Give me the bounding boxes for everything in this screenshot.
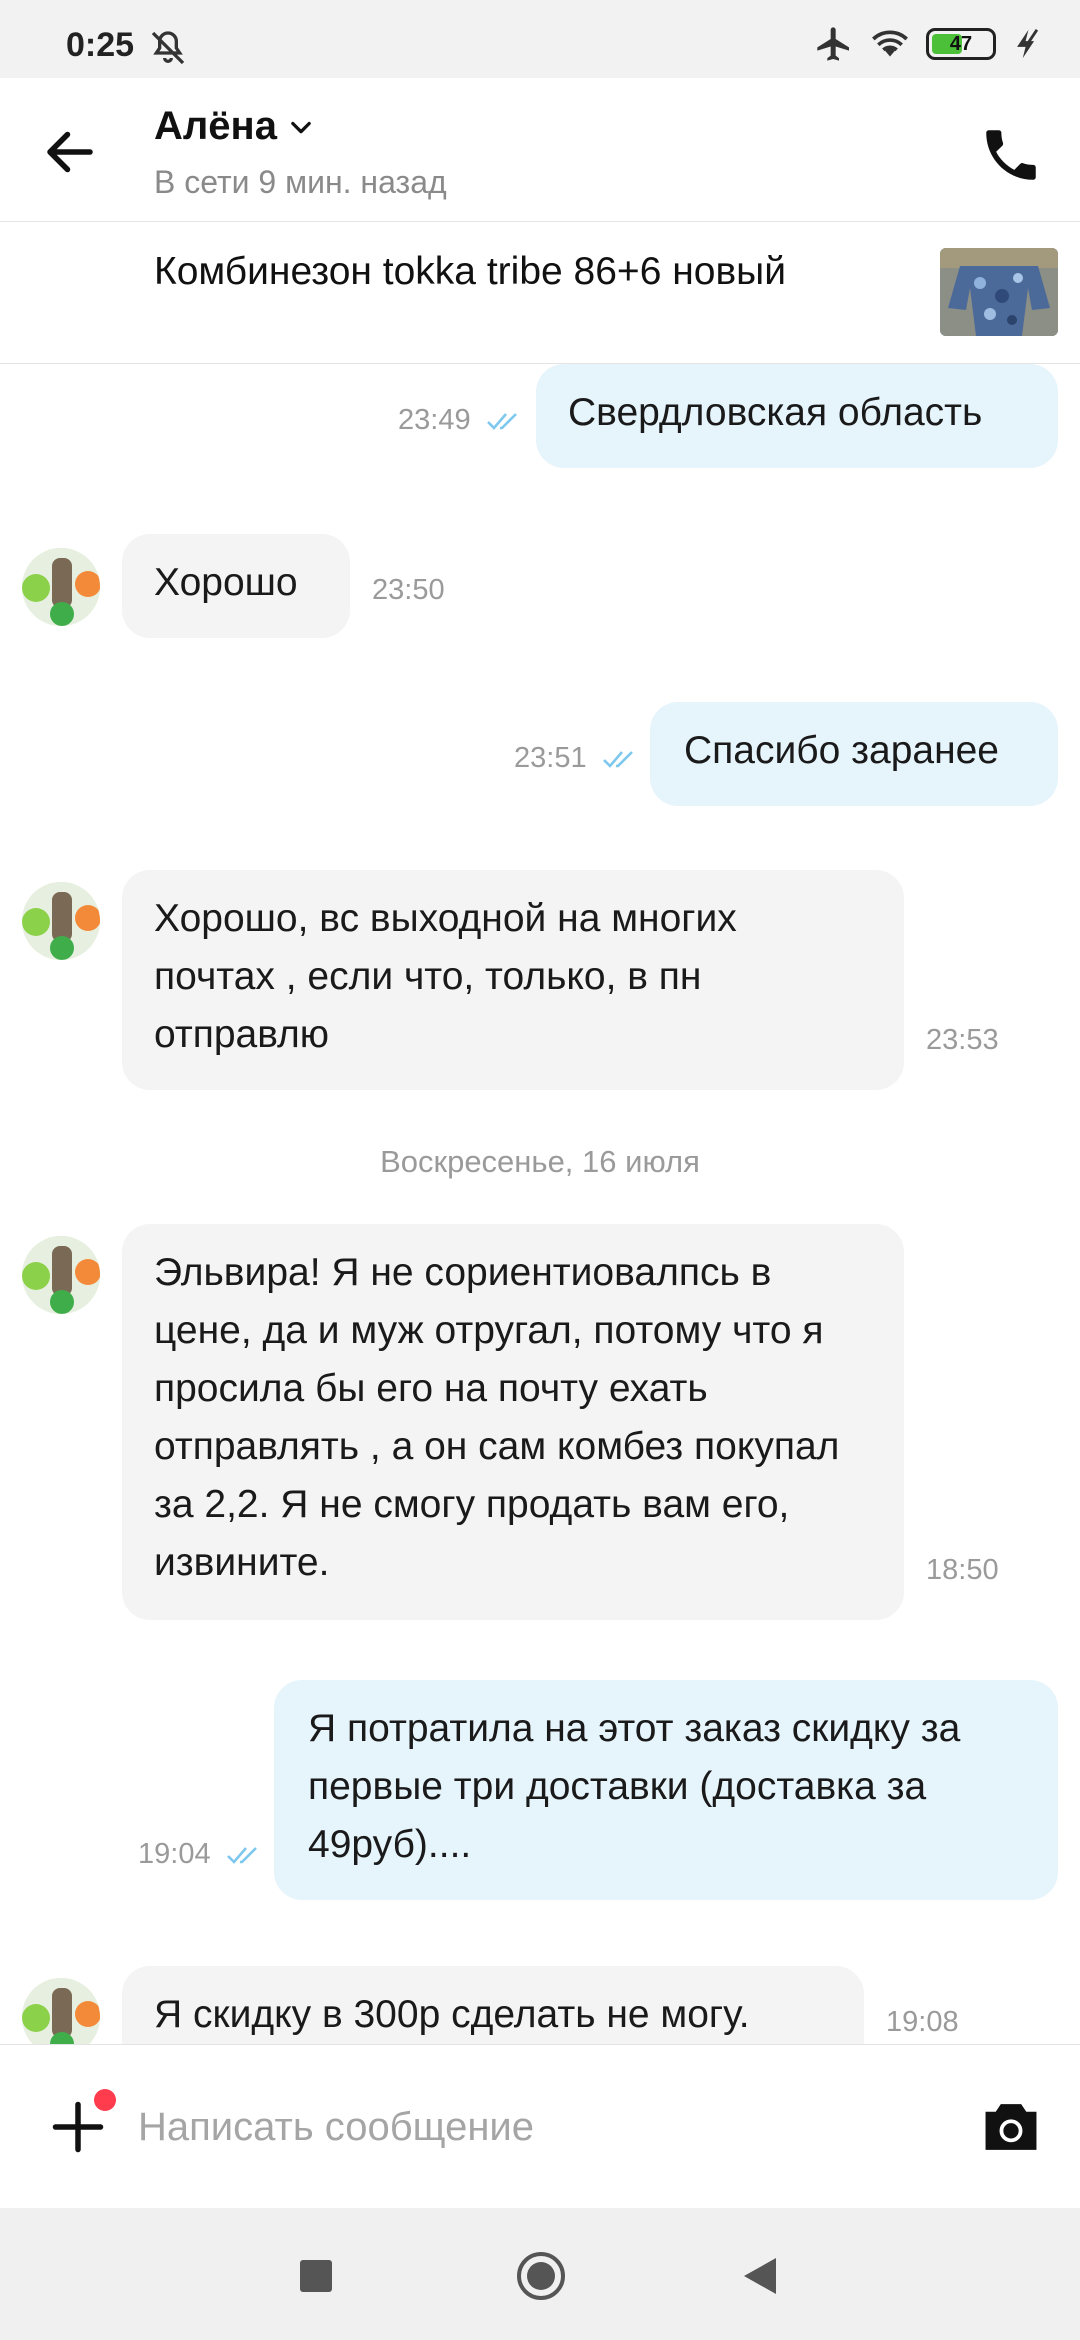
wifi-icon — [872, 30, 908, 57]
contact-name: Алёна — [154, 104, 277, 148]
avatar-image — [22, 1978, 100, 2044]
battery-percent: 47 — [949, 32, 973, 55]
message-time: 19:04 — [138, 1838, 211, 1870]
read-ticks-icon — [487, 413, 517, 430]
product-title: Комбинезон tokka tribe 86+6 новый — [154, 250, 786, 293]
message-time: 23:51 — [514, 742, 587, 774]
back-arrow-icon[interactable] — [40, 122, 100, 182]
message-text: Я потратила на этот заказ скидку за перв… — [308, 1707, 961, 1866]
camera-icon[interactable] — [980, 2099, 1042, 2155]
back-triangle-icon[interactable] — [742, 2256, 778, 2296]
avatar-image — [22, 1236, 100, 1314]
avatar-image — [22, 548, 100, 626]
contact-name-button[interactable]: Алёна — [154, 104, 315, 149]
message-time: 23:53 — [926, 1024, 999, 1056]
message-text: Эльвира! Я не сориентиовалпсь в цене, да… — [154, 1251, 840, 1584]
battery-icon: 47 — [926, 28, 996, 60]
home-icon[interactable] — [515, 2250, 567, 2302]
product-thumbnail[interactable] — [940, 248, 1058, 336]
message-input[interactable] — [138, 2095, 938, 2159]
chevron-down-icon — [291, 121, 311, 133]
message-text: Хорошо, вс выходной на многих почтах , е… — [154, 897, 737, 1056]
contact-avatar[interactable] — [22, 1978, 100, 2044]
status-icons: 47 — [814, 24, 1044, 64]
message-composer — [0, 2044, 1080, 2208]
contact-avatar[interactable] — [22, 882, 100, 960]
date-separator: Воскресенье, 16 июля — [380, 1144, 700, 1179]
message-text: Спасибо заранее — [684, 729, 999, 772]
message-text: Хорошо — [154, 561, 298, 604]
phone-icon[interactable] — [978, 122, 1044, 188]
incoming-message[interactable]: Хорошо — [122, 534, 350, 638]
status-time: 0:25 — [66, 26, 135, 64]
message-text: Свердловская область — [568, 391, 983, 434]
notification-dot — [94, 2089, 116, 2111]
outgoing-message[interactable]: Я потратила на этот заказ скидку за перв… — [274, 1680, 1058, 1900]
system-nav-bar — [0, 2208, 1080, 2340]
message-list[interactable]: 23:49 Свердловская область Хорошо 23:50 … — [0, 364, 1080, 2044]
incoming-message[interactable]: Хорошо, вс выходной на многих почтах , е… — [122, 870, 904, 1090]
contact-avatar[interactable] — [22, 548, 100, 626]
jumpsuit-image — [940, 248, 1058, 336]
contact-avatar[interactable] — [22, 1236, 100, 1314]
message-text: Я скидку в 300р сделать не могу. — [154, 1993, 750, 2036]
message-time: 19:08 — [886, 2006, 959, 2038]
contact-status: В сети 9 мин. назад — [154, 164, 447, 200]
outgoing-message[interactable]: Спасибо заранее — [650, 702, 1058, 806]
incoming-message[interactable]: Эльвира! Я не сориентиовалпсь в цене, да… — [122, 1224, 904, 1620]
read-ticks-icon — [603, 751, 633, 768]
incoming-message[interactable]: Я скидку в 300р сделать не могу. — [122, 1966, 864, 2044]
read-ticks-icon — [227, 1847, 257, 1864]
message-time: 18:50 — [926, 1554, 999, 1586]
chat-header: Алёна В сети 9 мин. назад — [0, 78, 1080, 222]
recents-icon[interactable] — [300, 2260, 332, 2292]
message-time: 23:49 — [398, 404, 471, 436]
status-bar: 0:25 47 — [0, 0, 1080, 78]
mute-icon — [151, 31, 185, 65]
outgoing-message[interactable]: Свердловская область — [536, 364, 1058, 468]
charging-icon — [1017, 29, 1039, 59]
airplane-icon — [817, 27, 849, 61]
message-time: 23:50 — [372, 574, 445, 606]
product-banner[interactable]: Комбинезон tokka tribe 86+6 новый — [0, 222, 1080, 364]
avatar-image — [22, 882, 100, 960]
